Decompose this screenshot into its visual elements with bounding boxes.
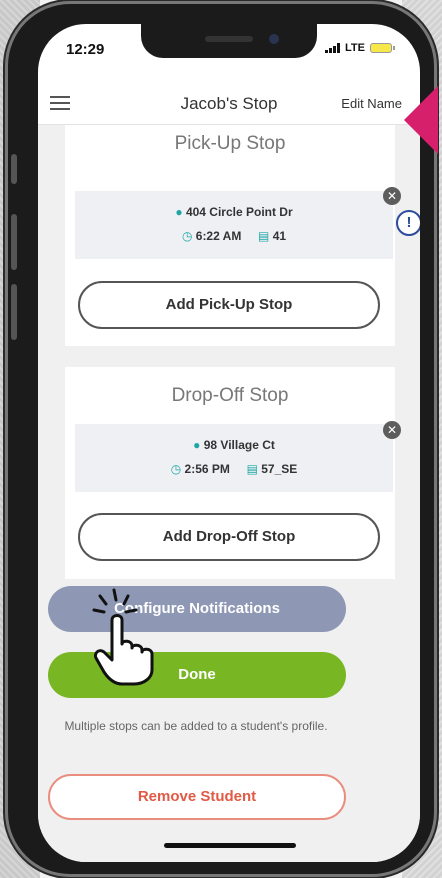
speaker-grille — [205, 36, 253, 42]
volume-down-button — [11, 284, 17, 340]
status-indicators: LTE — [325, 42, 395, 54]
main-content: Pick-Up Stop ● 404 Circle Point Dr ◷ 6:2… — [38, 125, 420, 862]
phone-frame: 12:29 LTE Jacob's Stop Edit Name Pick-Up… — [8, 4, 434, 874]
add-pickup-stop-button[interactable]: Add Pick-Up Stop — [78, 281, 380, 329]
dropoff-time: 2:56 PM — [184, 462, 230, 476]
dropoff-details-line: ◷ 2:56 PM ▤ 57_SE — [75, 462, 393, 476]
dropoff-stop-box: ● 98 Village Ct ◷ 2:56 PM ▤ 57_SE — [75, 424, 393, 492]
remove-student-button[interactable]: Remove Student — [48, 774, 346, 820]
dropoff-card: Drop-Off Stop ● 98 Village Ct ◷ 2:56 PM … — [65, 367, 401, 579]
bus-icon: ▤ — [246, 462, 258, 476]
pickup-stop-box: ● 404 Circle Point Dr ◷ 6:22 AM ▤ 41 — [75, 191, 393, 259]
clock-icon: ◷ — [181, 229, 193, 243]
bus-icon: ▤ — [258, 229, 270, 243]
home-indicator — [164, 843, 296, 848]
pickup-details-line: ◷ 6:22 AM ▤ 41 — [75, 229, 393, 243]
status-time: 12:29 — [66, 41, 105, 58]
helper-note: Multiple stops can be added to a student… — [64, 719, 328, 733]
dropoff-address: 98 Village Ct — [203, 438, 275, 452]
location-pin-icon: ● — [193, 438, 201, 452]
dropoff-route: 57_SE — [261, 462, 298, 476]
tap-hand-icon — [92, 588, 154, 686]
pickup-address: 404 Circle Point Dr — [185, 205, 293, 219]
dropoff-address-line: ● 98 Village Ct — [75, 438, 393, 452]
top-bar: Jacob's Stop Edit Name — [38, 84, 420, 125]
silent-switch — [11, 154, 17, 184]
remove-dropoff-stop-icon[interactable]: ✕ — [383, 421, 401, 439]
pickup-route: 41 — [272, 229, 287, 243]
info-icon[interactable]: ! — [396, 210, 420, 236]
edit-name-button[interactable]: Edit Name — [341, 96, 402, 111]
network-label: LTE — [345, 42, 365, 54]
add-dropoff-stop-button[interactable]: Add Drop-Off Stop — [78, 513, 380, 561]
phone-screen: 12:29 LTE Jacob's Stop Edit Name Pick-Up… — [38, 24, 420, 862]
dropoff-title: Drop-Off Stop — [171, 385, 289, 406]
clock-icon: ◷ — [170, 462, 182, 476]
signal-icon — [325, 43, 341, 53]
notch — [141, 24, 317, 58]
pickup-title: Pick-Up Stop — [174, 133, 286, 154]
pickup-address-line: ● 404 Circle Point Dr — [75, 205, 393, 219]
pointer-arrow-icon — [404, 86, 438, 154]
location-pin-icon: ● — [175, 205, 183, 219]
battery-icon — [370, 43, 395, 53]
front-camera — [269, 34, 279, 44]
remove-pickup-stop-icon[interactable]: ✕ — [383, 187, 401, 205]
volume-up-button — [11, 214, 17, 270]
pickup-time: 6:22 AM — [195, 229, 242, 243]
pickup-card: Pick-Up Stop ● 404 Circle Point Dr ◷ 6:2… — [65, 125, 401, 346]
